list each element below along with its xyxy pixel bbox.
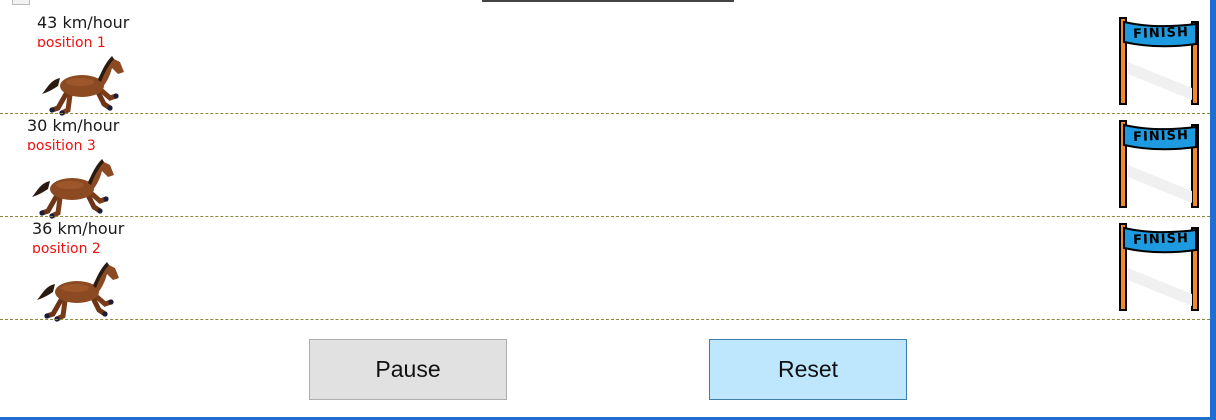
- reset-button[interactable]: Reset: [709, 339, 907, 400]
- position-label: position 3: [27, 139, 96, 150]
- finish-label: FINISH: [1132, 25, 1190, 42]
- top-bar-indicator: [482, 0, 734, 2]
- window-border: [1210, 0, 1216, 420]
- finish-flag-icon: FINISH: [1112, 14, 1204, 106]
- finish-flag-icon: FINISH: [1112, 220, 1204, 312]
- horse-icon: [35, 256, 125, 322]
- finish-label: FINISH: [1132, 231, 1190, 248]
- speed-label: 30 km/hour: [27, 116, 120, 135]
- finish-flag-icon: FINISH: [1112, 117, 1204, 209]
- pause-button[interactable]: Pause: [309, 339, 507, 400]
- speed-label: 43 km/hour: [37, 13, 130, 32]
- lane-divider: [0, 319, 1210, 320]
- position-label: position 1: [37, 36, 106, 47]
- window-corner: [12, 0, 30, 5]
- finish-label: FINISH: [1132, 128, 1190, 145]
- race-lane-1: 43 km/hour position 1 FINISH: [0, 10, 1210, 113]
- race-lane-3: 36 km/hour position 2 FINISH: [0, 216, 1210, 319]
- horse-icon: [30, 153, 120, 219]
- position-label: position 2: [32, 242, 101, 253]
- horse-icon: [40, 50, 130, 116]
- race-lane-2: 30 km/hour position 3 FINISH: [0, 113, 1210, 216]
- speed-label: 36 km/hour: [32, 219, 125, 238]
